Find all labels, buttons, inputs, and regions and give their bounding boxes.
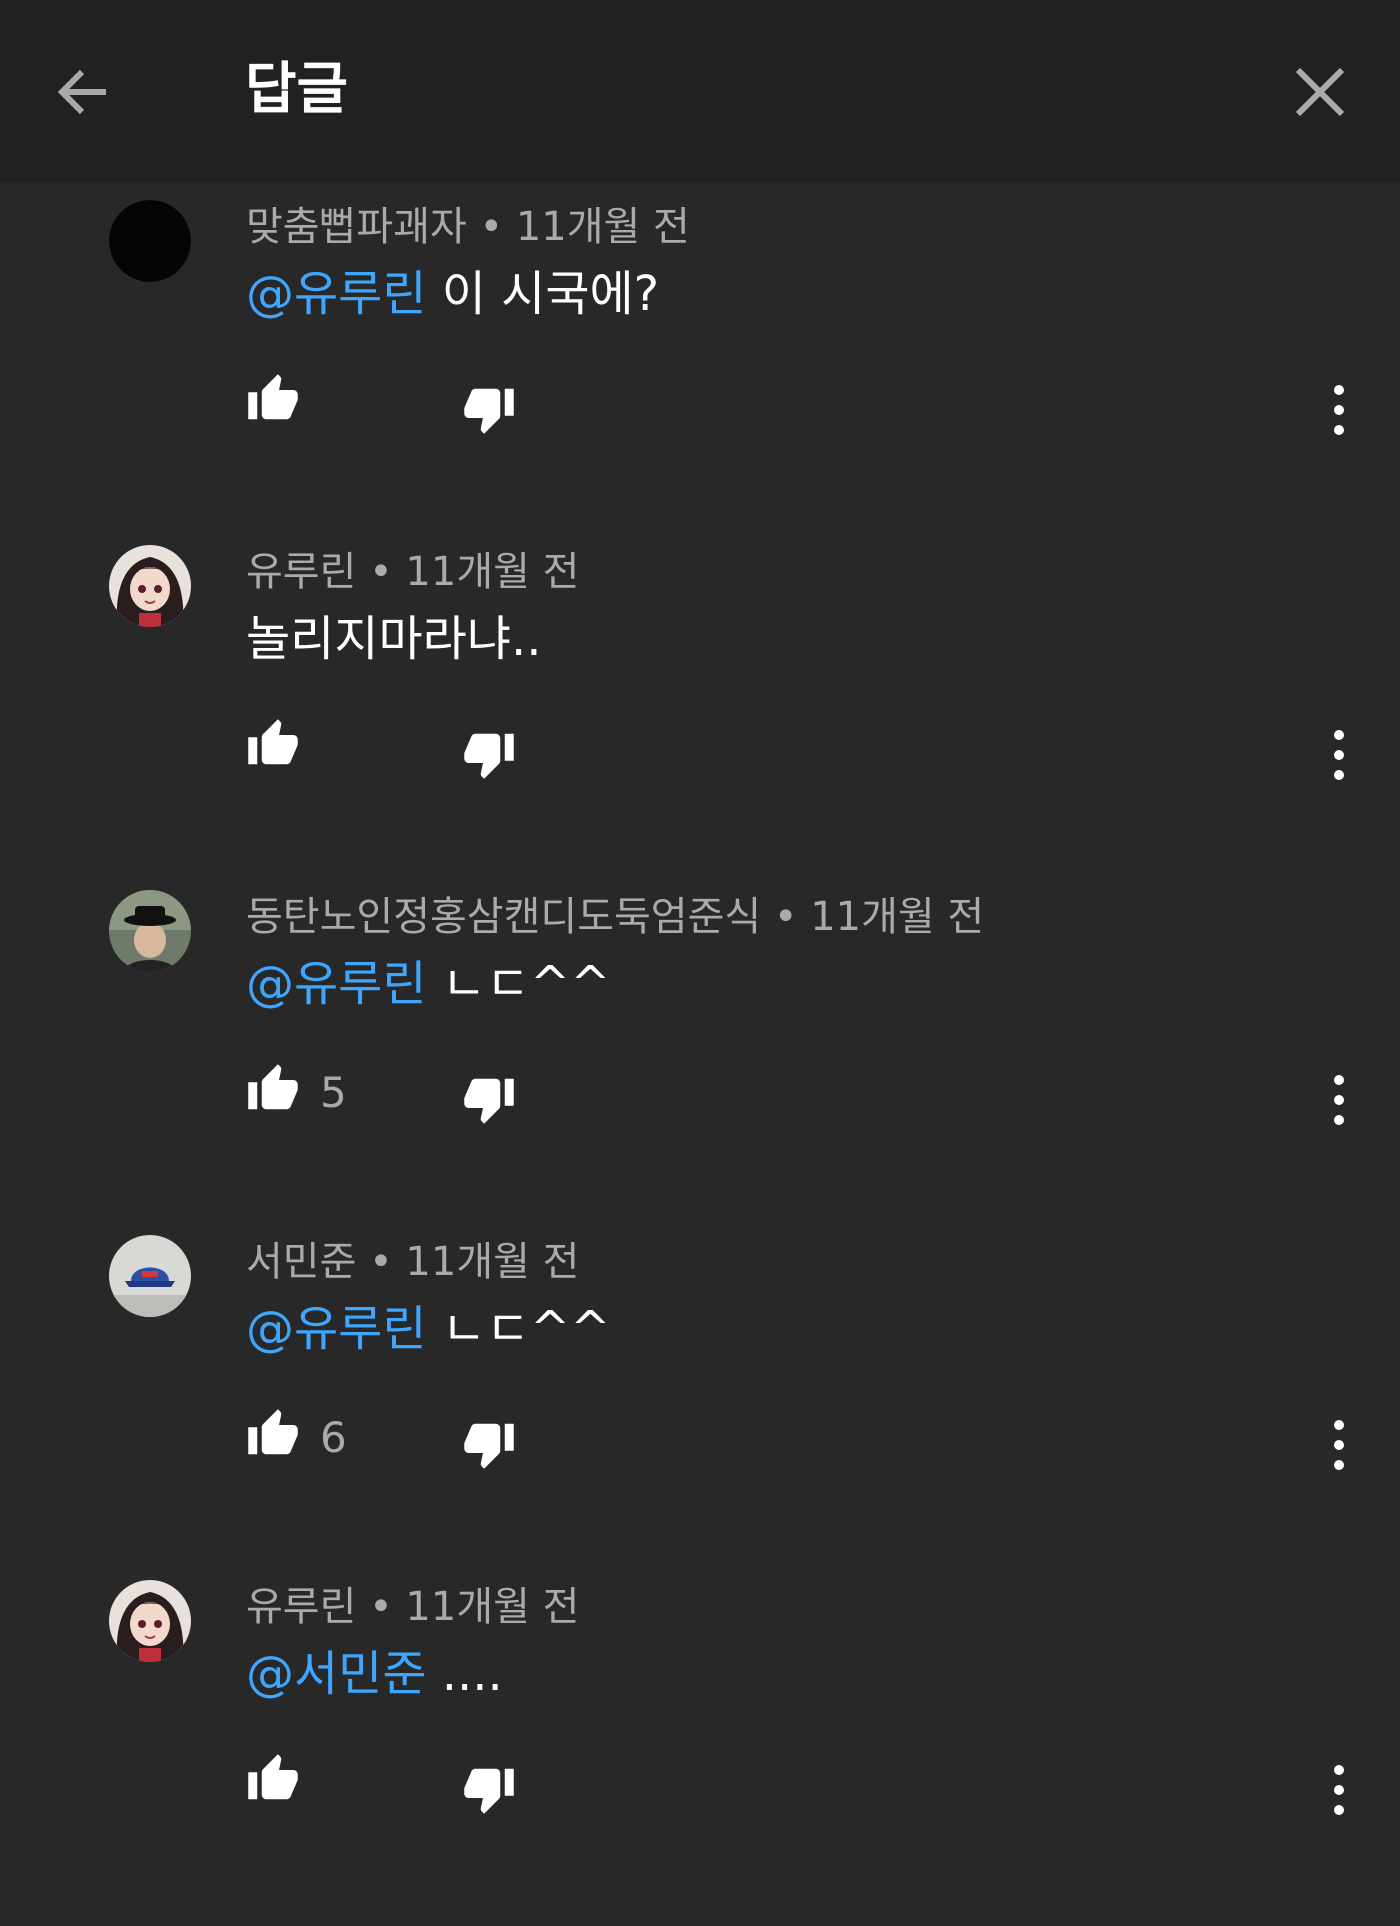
mention-link[interactable]: @유루린 bbox=[246, 1301, 426, 1357]
dislike-button[interactable] bbox=[462, 727, 516, 781]
close-button[interactable] bbox=[1284, 56, 1356, 128]
thumbs-up-icon bbox=[248, 1409, 298, 1455]
reply-comment: 유루린 • 11개월 전 놀리지마라냐.. bbox=[0, 545, 1400, 891]
comment-author-time: 서민준 • 11개월 전 bbox=[246, 1239, 580, 1285]
avatar[interactable] bbox=[109, 890, 191, 972]
thumbs-down-icon bbox=[464, 388, 514, 434]
back-button[interactable] bbox=[46, 56, 118, 128]
arrow-left-icon bbox=[57, 69, 106, 115]
black-circle-avatar bbox=[109, 200, 191, 282]
mention-link[interactable]: @유루린 bbox=[246, 266, 426, 322]
top-app-bar: 답글 bbox=[0, 0, 1400, 180]
more-options-button[interactable] bbox=[1318, 1072, 1360, 1128]
comment-text: @유루린 이 시국에? bbox=[246, 265, 659, 323]
mention-link[interactable]: @서민준 bbox=[246, 1646, 426, 1702]
like-button[interactable] bbox=[246, 1062, 300, 1116]
avatar[interactable] bbox=[109, 545, 191, 627]
comment-author-time: 맞춤뻡파괘자 • 11개월 전 bbox=[246, 204, 690, 250]
comment-text: @유루린 ㄴㄷ^^ bbox=[246, 1300, 611, 1358]
comment-body: .... bbox=[426, 1646, 503, 1702]
like-count: 5 bbox=[320, 1068, 347, 1117]
thumbs-down-icon bbox=[464, 733, 514, 779]
more-vertical-icon bbox=[1334, 385, 1344, 435]
thumbs-up-icon bbox=[248, 719, 298, 765]
reply-comment: 유루린 • 11개월 전 @서민준 .... bbox=[0, 1580, 1400, 1926]
thumbs-up-icon bbox=[248, 1064, 298, 1110]
close-icon bbox=[1295, 67, 1345, 117]
more-options-button[interactable] bbox=[1318, 382, 1360, 438]
dislike-button[interactable] bbox=[462, 1762, 516, 1816]
avatar[interactable] bbox=[109, 1235, 191, 1317]
thumbs-down-icon bbox=[464, 1423, 514, 1469]
more-options-button[interactable] bbox=[1318, 1417, 1360, 1473]
avatar[interactable] bbox=[109, 1580, 191, 1662]
comment-text: @서민준 .... bbox=[246, 1645, 503, 1703]
comment-text: 놀리지마라냐.. bbox=[246, 610, 541, 668]
reply-comment: 서민준 • 11개월 전 @유루린 ㄴㄷ^^ 6 bbox=[0, 1235, 1400, 1581]
dislike-button[interactable] bbox=[462, 1072, 516, 1126]
anime-girl-avatar bbox=[109, 545, 191, 627]
avatar[interactable] bbox=[109, 200, 191, 282]
anime-girl-avatar bbox=[109, 1580, 191, 1662]
comment-author-time: 동탄노인정홍삼캔디도둑엄준식 • 11개월 전 bbox=[246, 894, 985, 940]
like-count: 6 bbox=[320, 1413, 347, 1462]
mention-link[interactable]: @유루린 bbox=[246, 956, 426, 1012]
like-button[interactable] bbox=[246, 717, 300, 771]
like-button[interactable] bbox=[246, 1752, 300, 1806]
more-vertical-icon bbox=[1334, 1420, 1344, 1470]
comment-body: ㄴㄷ^^ bbox=[426, 956, 611, 1012]
comment-author-time: 유루린 • 11개월 전 bbox=[246, 1584, 580, 1630]
like-button[interactable] bbox=[246, 372, 300, 426]
comment-text: @유루린 ㄴㄷ^^ bbox=[246, 955, 611, 1013]
thumbs-down-icon bbox=[464, 1768, 514, 1814]
more-vertical-icon bbox=[1334, 730, 1344, 780]
reply-comment: 맞춤뻡파괘자 • 11개월 전 @유루린 이 시국에? bbox=[0, 200, 1400, 546]
more-vertical-icon bbox=[1334, 1075, 1344, 1125]
comment-body: ㄴㄷ^^ bbox=[426, 1301, 611, 1357]
cap-photo-avatar bbox=[109, 1235, 191, 1317]
reply-comment: 동탄노인정홍삼캔디도둑엄준식 • 11개월 전 @유루린 ㄴㄷ^^ 5 bbox=[0, 890, 1400, 1236]
thumbs-up-icon bbox=[248, 1754, 298, 1800]
person-with-hat-avatar bbox=[109, 890, 191, 972]
thumbs-down-icon bbox=[464, 1078, 514, 1124]
thumbs-up-icon bbox=[248, 374, 298, 420]
comment-author-time: 유루린 • 11개월 전 bbox=[246, 549, 580, 595]
more-options-button[interactable] bbox=[1318, 727, 1360, 783]
like-button[interactable] bbox=[246, 1407, 300, 1461]
page-title: 답글 bbox=[245, 57, 349, 122]
more-vertical-icon bbox=[1334, 1765, 1344, 1815]
comment-body: 놀리지마라냐.. bbox=[246, 611, 542, 667]
comment-body: 이 시국에? bbox=[426, 266, 660, 322]
more-options-button[interactable] bbox=[1318, 1762, 1360, 1818]
dislike-button[interactable] bbox=[462, 1417, 516, 1471]
dislike-button[interactable] bbox=[462, 382, 516, 436]
